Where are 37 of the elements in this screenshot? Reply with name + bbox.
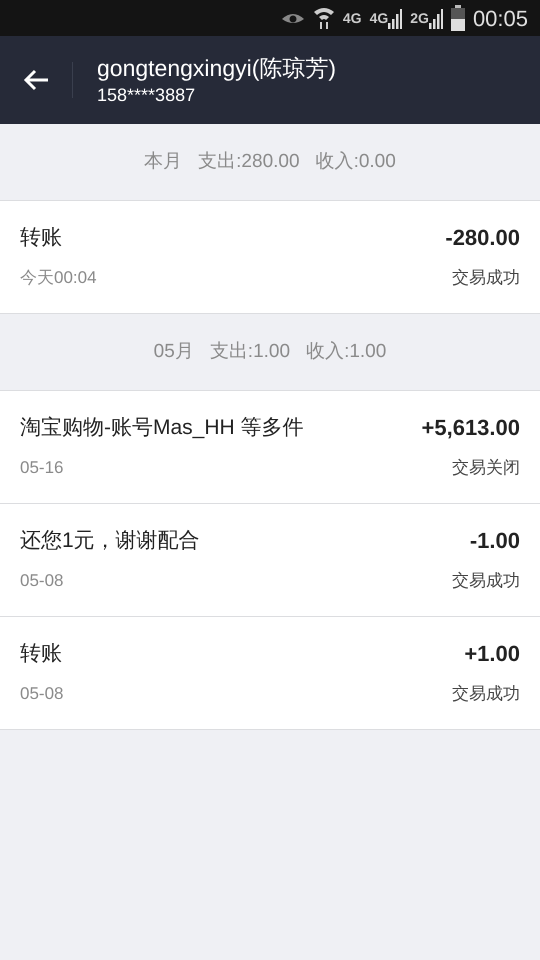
- transaction-row[interactable]: 转账 +1.00 05-08 交易成功: [0, 617, 540, 730]
- transaction-row[interactable]: 转账 -280.00 今天00:04 交易成功: [0, 201, 540, 314]
- transaction-date: 05-08: [20, 683, 64, 705]
- network-label: 4G: [370, 8, 388, 28]
- transaction-title: 转账: [20, 225, 63, 251]
- back-arrow-icon: [23, 69, 49, 91]
- transaction-status: 交易关闭: [451, 457, 520, 479]
- transaction-date: 05-08: [20, 570, 64, 592]
- network-label: 4G: [342, 8, 362, 28]
- expense-total: 支出:280.00: [198, 150, 300, 174]
- signal-icon: [428, 8, 443, 28]
- transaction-status: 交易成功: [451, 267, 520, 289]
- signal-icon: [388, 8, 402, 28]
- month-label: 05月: [154, 340, 194, 364]
- transaction-row[interactable]: 还您1元，谢谢配合 -1.00 05-08 交易成功: [0, 504, 540, 617]
- transaction-date: 今天00:04: [20, 267, 98, 289]
- transaction-amount: +1.00: [463, 640, 520, 668]
- transaction-title: 还您1元，谢谢配合: [20, 528, 201, 554]
- transaction-amount: -280.00: [445, 224, 520, 252]
- transaction-title: 淘宝购物-账号Mas_HH 等多件: [20, 415, 305, 441]
- network-label: 2G: [410, 8, 429, 28]
- contact-name: gongtengxingyi(陈琼芳): [97, 54, 336, 83]
- transaction-title: 转账: [20, 641, 63, 667]
- phone-number: 158****3887: [97, 84, 196, 107]
- transaction-status: 交易成功: [452, 570, 520, 592]
- transaction-status: 交易成功: [452, 683, 520, 705]
- transaction-amount: +5,613.00: [422, 414, 520, 442]
- income-total: 收入:0.00: [316, 150, 396, 174]
- transaction-date: 05-16: [20, 457, 64, 479]
- month-label: 本月: [144, 150, 182, 174]
- expense-total: 支出:1.00: [210, 340, 290, 364]
- clock-time: 00:05: [472, 4, 528, 32]
- transaction-amount: -1.00: [468, 527, 520, 555]
- transaction-row[interactable]: 淘宝购物-账号Mas_HH 等多件 +5,613.00 05-16 交易关闭: [0, 391, 540, 504]
- battery-icon: [450, 5, 465, 31]
- wifi-icon: [312, 6, 335, 30]
- income-total: 收入:1.00: [306, 340, 386, 364]
